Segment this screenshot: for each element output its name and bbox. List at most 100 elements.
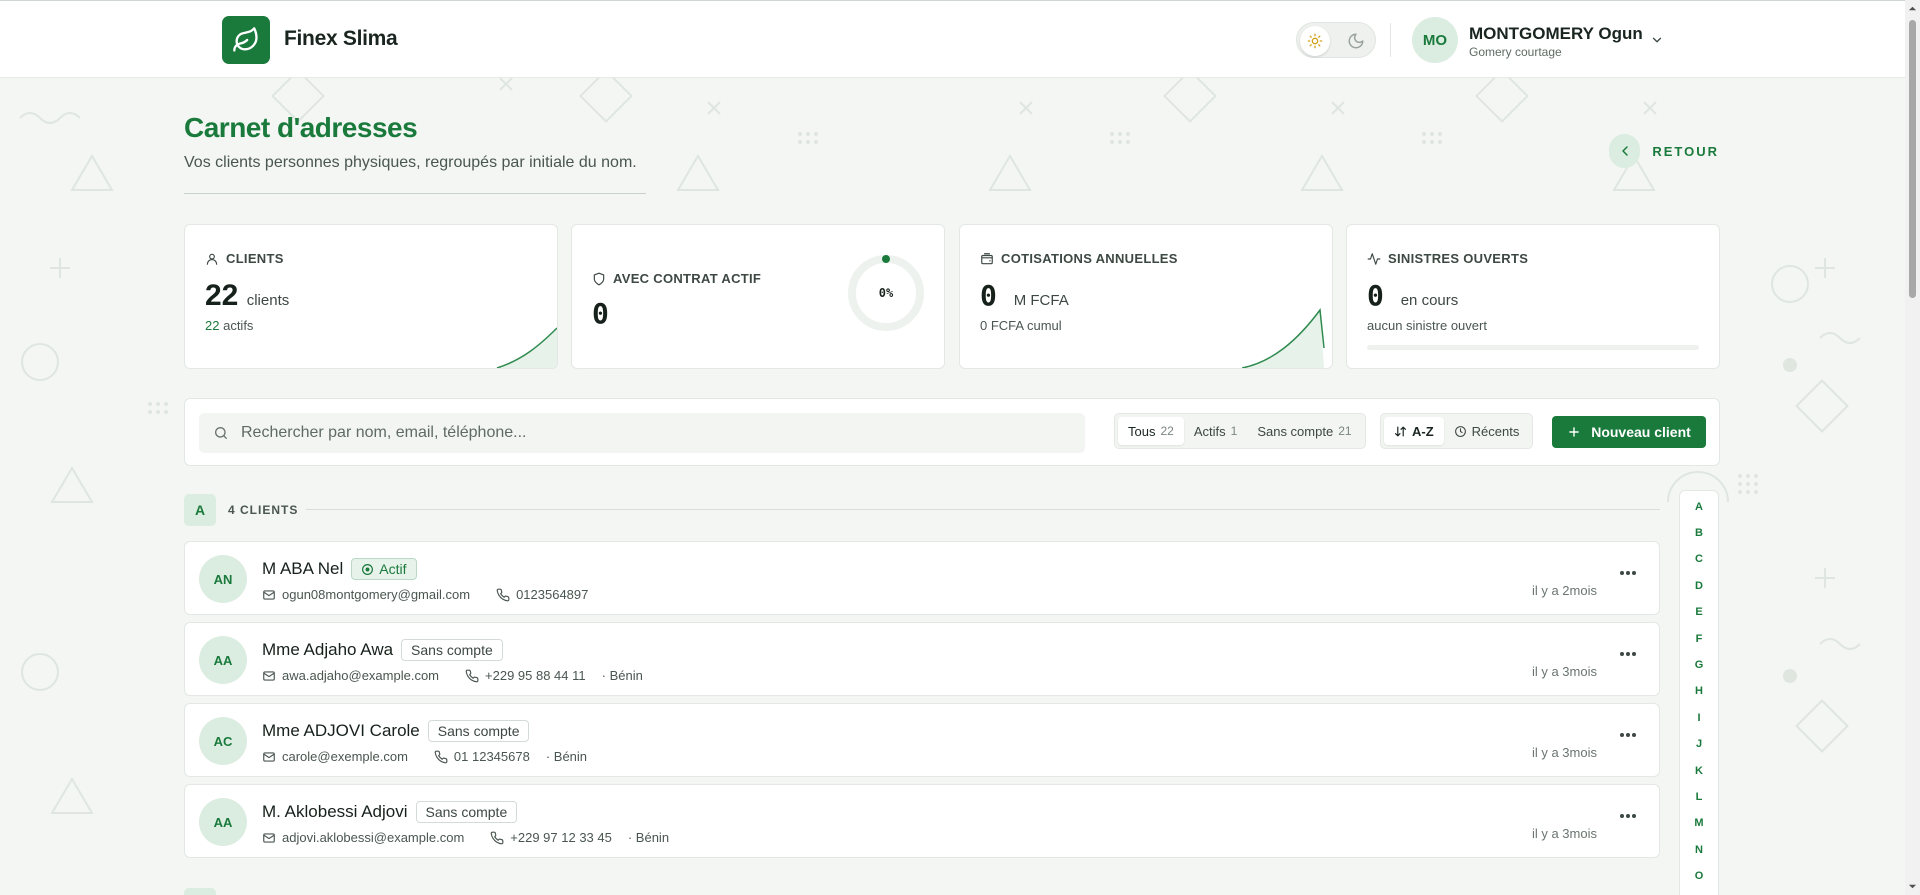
status-badge: Sans compte	[401, 639, 503, 661]
more-options-icon[interactable]	[1619, 813, 1637, 819]
shield-icon	[593, 272, 605, 285]
phone-icon	[434, 750, 448, 763]
sort-az-button[interactable]: A-Z	[1384, 417, 1444, 445]
status-badge: Actif	[351, 558, 417, 580]
alpha-letter-n[interactable]: N	[1680, 844, 1718, 856]
chevron-down-icon[interactable]	[1650, 33, 1664, 47]
sun-icon[interactable]	[1300, 26, 1330, 56]
more-options-icon[interactable]	[1619, 651, 1637, 657]
client-avatar: AC	[199, 717, 247, 765]
scroll-down-icon[interactable]	[1908, 882, 1917, 891]
client-time: il y a 3mois	[1531, 745, 1597, 760]
alpha-letter-g[interactable]: G	[1680, 659, 1718, 671]
filter-tous[interactable]: Tous 22	[1118, 417, 1184, 445]
back-button[interactable]: RETOUR	[1609, 134, 1719, 168]
alpha-letter-m[interactable]: M	[1680, 817, 1718, 829]
client-row[interactable]: AA Mme Adjaho Awa Sans compte awa.adjaho…	[184, 622, 1660, 696]
filter-sans-compte[interactable]: Sans compte 21	[1247, 417, 1361, 445]
filter-segment: Tous 22 Actifs 1 Sans compte 21	[1114, 413, 1366, 449]
search-input[interactable]	[241, 413, 1071, 453]
user-avatar[interactable]: MO	[1412, 17, 1458, 63]
plus-icon	[1569, 427, 1579, 437]
stat-label-contract: AVEC CONTRAT ACTIF	[613, 271, 762, 286]
alpha-letter-h[interactable]: H	[1680, 685, 1718, 697]
alpha-letter-d[interactable]: D	[1680, 580, 1718, 592]
client-row[interactable]: AN M ABA Nel Actif ogun08montgomery@gmai…	[184, 541, 1660, 615]
sort-recents-button[interactable]: Récents	[1444, 417, 1530, 445]
client-name[interactable]: M ABA Nel	[262, 559, 343, 579]
client-phone[interactable]: +229 95 88 44 11	[485, 668, 586, 683]
client-email[interactable]: ogun08montgomery@gmail.com	[282, 587, 470, 602]
moon-icon[interactable]	[1347, 32, 1365, 50]
client-time: il y a 2mois	[1531, 583, 1597, 598]
alpha-letter-e[interactable]: E	[1680, 606, 1718, 618]
search-icon	[215, 427, 227, 439]
phone-icon	[490, 831, 504, 844]
scroll-up-icon[interactable]	[1908, 4, 1917, 13]
mail-icon	[263, 832, 275, 843]
more-options-icon[interactable]	[1619, 570, 1637, 576]
theme-toggle[interactable]	[1296, 22, 1376, 58]
more-options-icon[interactable]	[1619, 732, 1637, 738]
client-email[interactable]: carole@exemple.com	[282, 749, 408, 764]
phone-icon	[496, 588, 510, 601]
alpha-letter-b[interactable]: B	[1680, 527, 1718, 539]
phone-icon	[465, 669, 479, 682]
chevron-left-icon[interactable]	[1609, 134, 1641, 168]
alpha-letter-k[interactable]: K	[1680, 765, 1718, 777]
mail-icon	[263, 670, 275, 681]
client-phone[interactable]: 0123564897	[516, 587, 588, 602]
stat-label-sinistres: SINISTRES OUVERTS	[1388, 251, 1529, 266]
leaf-logo-icon[interactable]	[222, 16, 270, 64]
activity-icon	[1367, 252, 1381, 265]
client-email[interactable]: adjovi.aklobessi@example.com	[282, 830, 464, 845]
stat-card-sinistres: SINISTRES OUVERTS 0 en cours aucun sinis…	[1346, 224, 1720, 369]
mail-icon	[263, 751, 275, 762]
next-group-letter	[184, 888, 216, 895]
client-name[interactable]: Mme Adjaho Awa	[262, 640, 393, 660]
sparkline-cotisations	[1242, 308, 1325, 368]
client-name[interactable]: Mme ADJOVI Carole	[262, 721, 420, 741]
client-phone[interactable]: +229 97 12 33 45	[510, 830, 612, 845]
alpha-letter-c[interactable]: C	[1680, 553, 1718, 565]
alpha-letter-o[interactable]: O	[1680, 870, 1718, 882]
group-count: 4 CLIENTS	[228, 503, 299, 517]
scrollbar-thumb[interactable]	[1909, 20, 1916, 298]
alphabet-index: A B C D E F G H I J K L M N O	[1679, 490, 1719, 895]
alpha-letter-f[interactable]: F	[1680, 633, 1718, 645]
stat-sub-sinistres: aucun sinistre ouvert	[1367, 318, 1487, 333]
filter-actifs[interactable]: Actifs 1	[1184, 417, 1247, 445]
client-email[interactable]: awa.adjaho@example.com	[282, 668, 439, 683]
alpha-letter-j[interactable]: J	[1680, 738, 1718, 750]
back-label[interactable]: RETOUR	[1652, 144, 1719, 159]
client-name[interactable]: M. Aklobessi Adjovi	[262, 802, 408, 822]
client-time: il y a 3mois	[1531, 664, 1597, 679]
alpha-letter-a[interactable]: A	[1680, 501, 1718, 513]
client-phone[interactable]: 01 12345678	[454, 749, 530, 764]
stat-unit-cotisations: M FCFA	[1013, 292, 1069, 309]
mail-icon	[263, 589, 275, 600]
stat-value-clients: 22	[205, 279, 239, 312]
new-client-button[interactable]: Nouveau client	[1552, 416, 1706, 448]
client-avatar: AN	[199, 555, 247, 603]
sort-segment: A-Z Récents	[1380, 413, 1534, 449]
user-icon	[206, 253, 218, 265]
search-box[interactable]	[199, 413, 1085, 453]
stat-card-contract: AVEC CONTRAT ACTIF 0 0%	[571, 224, 945, 369]
brand-name[interactable]: Finex Slima	[284, 27, 398, 51]
stat-sub-count-clients: 22	[205, 318, 220, 333]
stat-value-sinistres: 0	[1367, 279, 1384, 312]
sparkline-clients	[496, 327, 557, 368]
client-row[interactable]: AC Mme ADJOVI Carole Sans compte carole@…	[184, 703, 1660, 777]
scrollbar[interactable]	[1905, 0, 1920, 895]
stat-value-contract: 0	[592, 297, 609, 330]
clock-icon	[1454, 425, 1466, 437]
alpha-letter-i[interactable]: I	[1680, 712, 1718, 724]
client-row[interactable]: AA M. Aklobessi Adjovi Sans compte adjov…	[184, 784, 1660, 858]
stat-label-clients: CLIENTS	[226, 251, 284, 266]
clients-toolbar: Tous 22 Actifs 1 Sans compte 21 A-Z Réce…	[184, 398, 1720, 466]
alpha-letter-l[interactable]: L	[1680, 791, 1718, 803]
status-badge: Sans compte	[427, 720, 530, 742]
page-subtitle: Vos clients personnes physiques, regroup…	[184, 154, 637, 171]
user-name[interactable]: MONTGOMERY Ogun	[1469, 24, 1643, 44]
